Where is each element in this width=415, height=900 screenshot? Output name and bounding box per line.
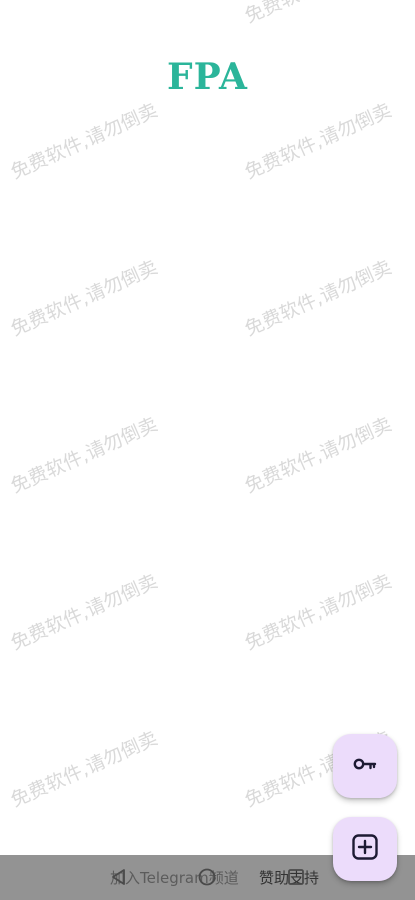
add-box-icon <box>350 832 380 866</box>
watermark: 免费软件,请勿倒卖 <box>240 0 395 29</box>
add-fab-button[interactable] <box>333 817 397 881</box>
watermark: 免费软件,请勿倒卖 <box>7 727 161 812</box>
watermark: 免费软件,请勿倒卖 <box>241 413 395 498</box>
watermark: 免费软件,请勿倒卖 <box>7 99 161 184</box>
back-triangle-icon[interactable] <box>109 867 129 891</box>
home-circle-icon[interactable] <box>197 867 217 891</box>
watermark: 免费软件,请勿倒卖 <box>7 570 161 655</box>
watermark: 免费软件,请勿倒卖 <box>7 413 161 498</box>
telegram-channel-link[interactable]: 加入Telegram频道 <box>110 867 239 888</box>
watermark: 免费软件,请勿倒卖 <box>241 570 395 655</box>
key-icon <box>351 750 379 782</box>
watermark: 免费软件,请勿倒卖 <box>241 256 395 341</box>
key-fab-button[interactable] <box>333 734 397 798</box>
app-screen: FPA 免费软件,请勿倒卖 免费软件,请勿倒卖 免费软件,请勿倒卖 免费软件,请… <box>0 0 415 900</box>
app-title: FPA <box>167 56 248 98</box>
recent-square-icon[interactable] <box>286 867 306 891</box>
watermark: 免费软件,请勿倒卖 <box>241 99 395 184</box>
watermark: 免费软件,请勿倒卖 <box>7 256 161 341</box>
